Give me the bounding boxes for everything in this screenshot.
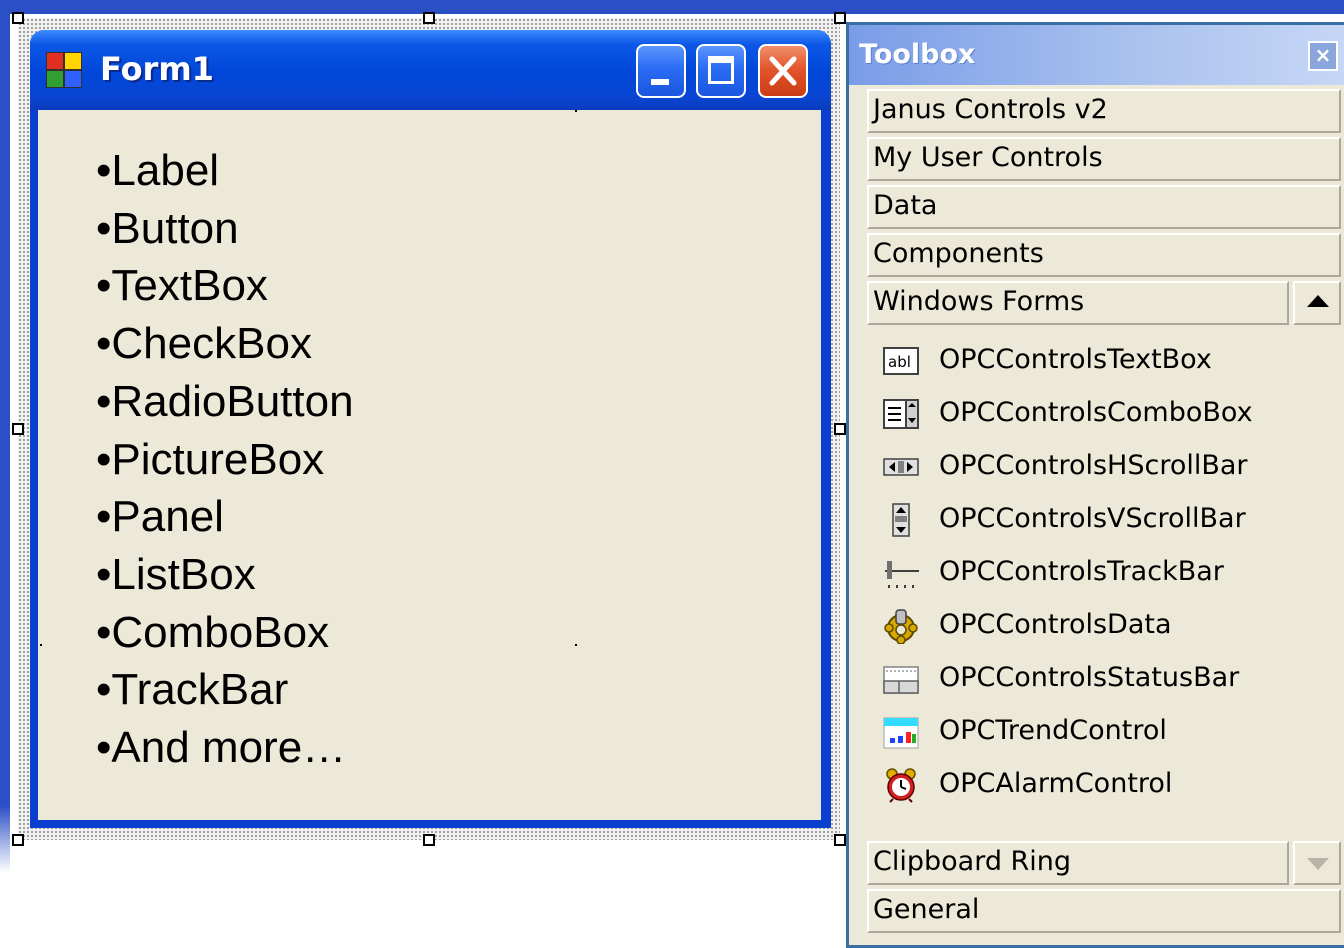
textbox-icon: abl [883,347,919,375]
resize-handle-bottom-middle[interactable] [423,834,435,846]
slide-background-left [0,0,10,948]
tab-my-user-controls[interactable]: My User Controls [867,137,1341,181]
maximize-icon [708,56,734,84]
list-item: •TrackBar [96,665,289,715]
list-item: •Button [96,203,239,253]
close-button[interactable] [758,44,808,98]
form1-window[interactable]: Form1 •Label •Button •TextBox •CheckBox … [30,30,831,828]
data-gear-icon [884,609,918,644]
form1-client-area[interactable]: •Label •Button •TextBox •CheckBox •Radio… [38,110,821,820]
minimize-button[interactable] [636,44,686,98]
trackbar-icon [885,561,919,588]
tab-clipboard-ring[interactable]: Clipboard Ring [867,841,1289,885]
scroll-down-button[interactable] [1293,841,1341,885]
toolbox-item-vscrollbar[interactable]: OPCControlsVScrollBar [877,496,1317,544]
tab-janus-controls-v2[interactable]: Janus Controls v2 [867,89,1341,133]
list-item: •RadioButton [96,376,354,426]
toolbox-item-label: OPCTrendControl [939,715,1167,746]
list-item: •ComboBox [96,607,330,657]
arrow-down-icon [1307,858,1329,870]
list-item: •Label [96,146,220,195]
resize-handle-top-left[interactable] [12,12,24,24]
toolbox-item-label: OPCAlarmControl [939,768,1173,799]
resize-handle-middle-left[interactable] [12,423,24,435]
toolbox-item-trend-control[interactable]: OPCTrendControl [877,708,1317,756]
toolbox-item-label: OPCControlsData [939,609,1172,640]
toolbox-title: Toolbox [859,39,976,70]
tab-components[interactable]: Components [867,233,1341,277]
list-item: •CheckBox [96,319,312,369]
list-item: •TextBox [96,261,268,311]
toolbox-item-hscrollbar[interactable]: OPCControlsHScrollBar [877,443,1317,491]
close-icon [769,56,797,86]
toolbox-item-textbox[interactable]: abl OPCControlsTextBox [877,337,1317,385]
form1-title: Form1 [100,50,214,88]
resize-handle-top-right[interactable] [834,12,846,24]
form1-titlebar[interactable]: Form1 [30,30,831,110]
grid-dot [40,644,42,646]
list-item: •ListBox [96,549,256,599]
tab-data[interactable]: Data [867,185,1341,229]
vscrollbar-icon [892,503,910,537]
toolbox-close-button[interactable]: × [1308,41,1338,71]
list-item: •Panel [96,492,224,542]
resize-handle-top-middle[interactable] [423,12,435,24]
list-item: •And more… [96,723,347,773]
close-icon: × [1314,43,1332,67]
toolbox-panel: Toolbox × Janus Controls v2 My User Cont… [846,22,1344,948]
toolbox-item-label: OPCControlsVScrollBar [939,503,1246,534]
toolbox-item-label: OPCControlsTrackBar [939,556,1224,587]
form-app-icon [46,52,82,88]
minimize-icon [651,79,669,85]
alarm-clock-icon [886,768,916,803]
toolbox-item-label: OPCControlsComboBox [939,397,1253,428]
statusbar-icon [883,666,919,694]
toolbox-item-statusbar[interactable]: OPCControlsStatusBar [877,655,1317,703]
toolbox-item-data[interactable]: OPCControlsData [877,602,1317,650]
maximize-button[interactable] [696,44,746,98]
resize-handle-bottom-right[interactable] [834,834,846,846]
toolbox-item-label: OPCControlsStatusBar [939,662,1240,693]
grid-dot [575,110,577,112]
tab-windows-forms[interactable]: Windows Forms [867,281,1289,325]
list-item: •PictureBox [96,434,325,484]
tab-general[interactable]: General [867,889,1341,933]
toolbox-titlebar[interactable]: Toolbox × [849,25,1344,85]
toolbox-item-alarm-control[interactable]: OPCAlarmControl [877,761,1317,809]
slide-background-top [0,0,1344,14]
svg-text:abl: abl [888,353,911,371]
arrow-up-icon [1307,295,1329,307]
grid-dot [575,644,577,646]
combobox-icon [883,399,919,429]
resize-handle-bottom-left[interactable] [12,834,24,846]
hscrollbar-icon [883,458,919,476]
toolbox-item-label: OPCControlsHScrollBar [939,450,1248,481]
scroll-up-button[interactable] [1293,281,1341,325]
controls-bullet-list: •Label •Button •TextBox •CheckBox •Radio… [96,142,354,777]
toolbox-item-label: OPCControlsTextBox [939,344,1212,375]
toolbox-item-trackbar[interactable]: OPCControlsTrackBar [877,549,1317,597]
trend-chart-icon [883,717,919,749]
toolbox-item-combobox[interactable]: OPCControlsComboBox [877,390,1317,438]
resize-handle-middle-right[interactable] [834,423,846,435]
